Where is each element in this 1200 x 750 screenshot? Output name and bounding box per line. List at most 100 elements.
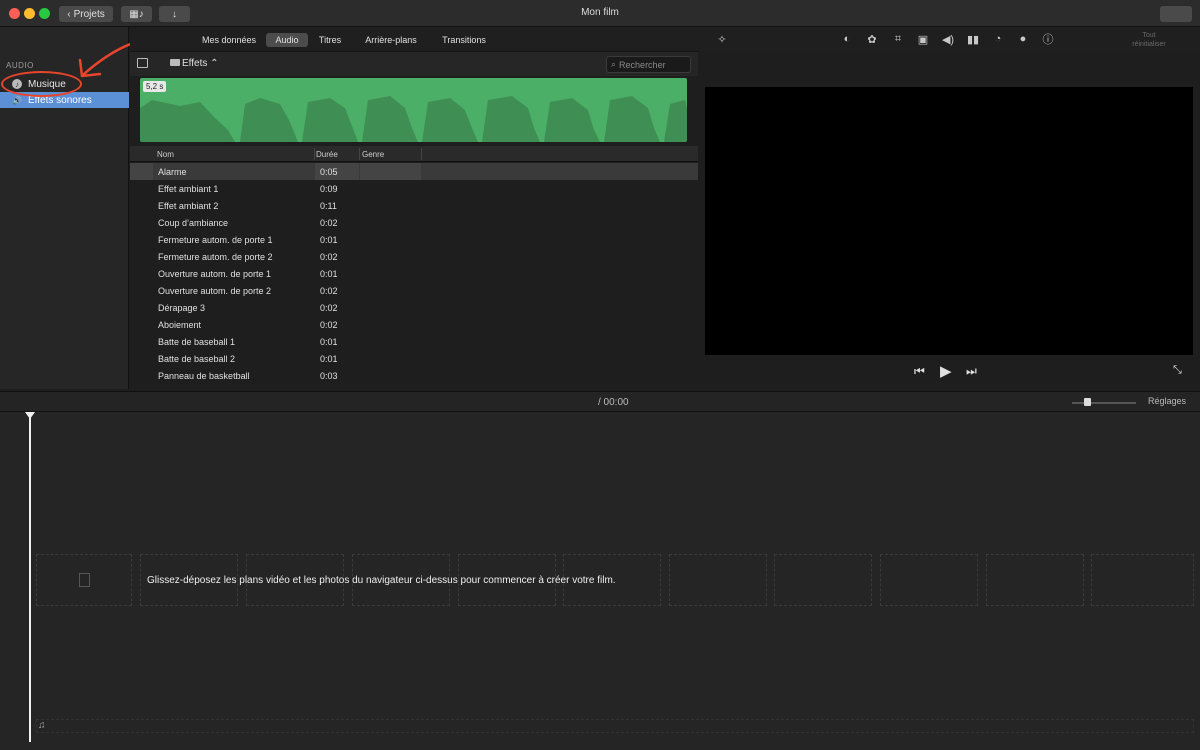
browser-tabs: Mes données Audio Titres Arrière-plans T… — [130, 27, 698, 51]
folder-icon — [170, 59, 180, 66]
table-row[interactable]: Ouverture autom. de porte 1 0:01 — [130, 265, 698, 282]
playhead-handle[interactable] — [25, 412, 35, 419]
sound-name: Ouverture autom. de porte 2 — [158, 286, 272, 296]
sound-name: Aboiement — [158, 320, 202, 330]
title-bar: ‹ Projets ▦♪ ↓ Mon film — [0, 0, 1200, 27]
tab-transitions[interactable]: Transitions — [436, 33, 492, 47]
playhead[interactable] — [29, 412, 31, 742]
clip-placeholder — [1091, 554, 1194, 606]
table-row[interactable]: Fermeture autom. de porte 1 0:01 — [130, 231, 698, 248]
sound-duration: 0:01 — [320, 269, 338, 279]
sound-name: Coup d’ambiance — [158, 218, 229, 228]
search-field[interactable]: ⌕ Rechercher — [606, 56, 691, 73]
sound-duration: 0:01 — [320, 354, 338, 364]
volume-icon[interactable]: ◀) — [941, 32, 955, 46]
palette-icon[interactable]: ✿ — [865, 32, 879, 46]
waveform-preview[interactable]: 5,2 s — [140, 78, 687, 142]
table-row[interactable]: Panneau de basketball 0:03 — [130, 367, 698, 384]
video-viewer — [705, 87, 1193, 355]
play-icon[interactable]: ▶ — [940, 362, 952, 380]
color-balance-icon[interactable]: ◐ — [840, 32, 854, 46]
sound-name: Fermeture autom. de porte 2 — [158, 252, 273, 262]
sound-duration: 0:01 — [320, 235, 338, 245]
sound-duration: 0:02 — [320, 303, 338, 313]
category-selector[interactable]: Effets ⌃ — [182, 58, 219, 69]
filter-icon[interactable]: ● — [1016, 32, 1030, 46]
music-lane[interactable] — [36, 719, 1194, 733]
info-icon[interactable]: ⓘ — [1041, 32, 1055, 46]
sound-effects-list: Nom Durée Genre Alarme 0:05 Effet ambiant … — [130, 146, 698, 389]
tab-arriere-plans[interactable]: Arrière-plans — [358, 33, 424, 47]
browser-toolbar: Effets ⌃ ⌕ Rechercher — [130, 51, 698, 76]
viewer-toolbar: ✧ ◐ ✿ ⌗ ▣ ◀) ▮▮ ◔ ● ⓘ Tout réinitialiser — [699, 27, 1200, 51]
drop-instructions: Glissez-déposez les plans vidéo et les p… — [147, 575, 616, 586]
timecode: / 00:00 — [598, 397, 629, 408]
tab-titres[interactable]: Titres — [314, 33, 346, 47]
share-button[interactable] — [1160, 6, 1192, 22]
table-row[interactable]: Ouverture autom. de porte 2 0:02 — [130, 282, 698, 299]
crop-icon[interactable]: ⌗ — [891, 32, 905, 46]
equalizer-icon[interactable]: ▮▮ — [966, 32, 980, 46]
clip-placeholder — [36, 554, 132, 606]
sound-name: Batte de baseball 2 — [158, 354, 236, 364]
table-row[interactable]: Aboiement 0:02 — [130, 316, 698, 333]
table-row[interactable]: Fermeture autom. de porte 2 0:02 — [130, 248, 698, 265]
sound-duration: 0:02 — [320, 320, 338, 330]
sound-duration: 0:05 — [320, 167, 338, 177]
column-header-name[interactable]: Nom — [157, 150, 174, 159]
column-divider — [359, 148, 360, 160]
zoom-slider[interactable] — [1072, 398, 1136, 406]
table-row[interactable]: Batte de baseball 2 0:01 — [130, 350, 698, 367]
sidebar-toggle-icon[interactable] — [137, 58, 148, 68]
sound-duration: 0:02 — [320, 252, 338, 262]
speaker-icon: 🔊 — [12, 95, 22, 105]
tab-mes-donnees[interactable]: Mes données — [198, 33, 260, 47]
sidebar-section-audio: AUDIO — [6, 61, 34, 70]
film-strip-icon — [79, 573, 90, 587]
table-row[interactable]: Effet ambiant 2 0:11 — [130, 197, 698, 214]
fullscreen-icon[interactable]: ⤡ — [1173, 364, 1182, 377]
selected-cell-highlight — [130, 163, 153, 180]
sound-name: Batte de baseball 1 — [158, 337, 236, 347]
column-divider — [314, 148, 315, 160]
column-header-duration[interactable]: Durée — [316, 150, 338, 159]
sound-duration: 0:01 — [320, 337, 338, 347]
sound-name: Alarme — [158, 167, 187, 177]
table-row[interactable]: Coup d’ambiance 0:02 — [130, 214, 698, 231]
search-placeholder: Rechercher — [619, 59, 666, 70]
column-header-genre[interactable]: Genre — [362, 150, 384, 159]
table-row[interactable]: Alarme 0:05 — [130, 163, 698, 180]
sound-duration: 0:02 — [320, 286, 338, 296]
search-icon: ⌕ — [611, 59, 617, 69]
tab-audio[interactable]: Audio — [266, 33, 308, 47]
sound-name: Fermeture autom. de porte 1 — [158, 235, 273, 245]
sound-name: Dérapage 3 — [158, 303, 206, 313]
speedometer-icon[interactable]: ◔ — [991, 32, 1005, 46]
clip-placeholder — [669, 554, 767, 606]
table-row[interactable]: Dérapage 3 0:02 — [130, 299, 698, 316]
sound-name: Panneau de basketball — [158, 371, 250, 381]
clip-placeholder — [880, 554, 978, 606]
column-divider — [421, 148, 422, 160]
sound-name: Effet ambiant 2 — [158, 201, 219, 211]
camera-icon[interactable]: ▣ — [916, 32, 930, 46]
zoom-slider-knob[interactable] — [1084, 398, 1091, 406]
clip-placeholder — [774, 554, 872, 606]
waveform-duration-label: 5,2 s — [143, 81, 167, 92]
timeline-area[interactable]: Glissez-déposez les plans vidéo et les p… — [0, 412, 1200, 750]
music-lane-icon: ♫ — [38, 720, 46, 731]
table-row[interactable]: Effet ambiant 1 0:09 — [130, 180, 698, 197]
skip-back-icon[interactable]: ⏮ — [914, 364, 925, 379]
skip-forward-icon[interactable]: ⏭ — [966, 364, 977, 379]
magic-wand-icon[interactable]: ✧ — [715, 32, 729, 46]
selected-cell-highlight — [360, 163, 421, 180]
sound-name: Effet ambiant 1 — [158, 184, 219, 194]
table-row[interactable]: Batte de baseball 1 0:01 — [130, 333, 698, 350]
clip-placeholder — [986, 554, 1084, 606]
list-header: Nom Durée Genre — [130, 146, 698, 162]
sound-name: Ouverture autom. de porte 1 — [158, 269, 272, 279]
reset-all-button[interactable]: Tout réinitialiser — [1127, 31, 1171, 49]
sound-duration: 0:03 — [320, 371, 338, 381]
timeline-header: / 00:00 Réglages — [0, 391, 1200, 412]
settings-button[interactable]: Réglages — [1148, 396, 1186, 406]
